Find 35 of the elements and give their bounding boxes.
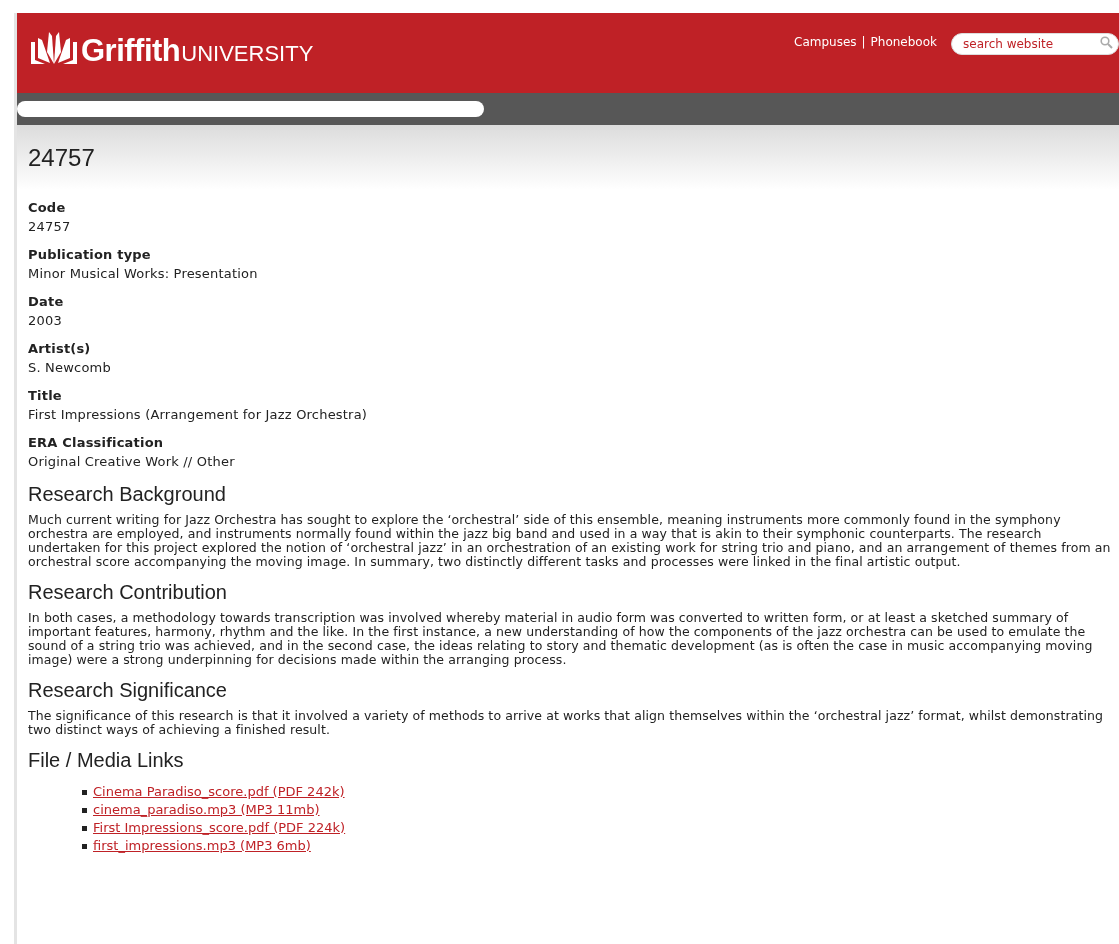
section-paragraph: Much current writing for Jazz Orchestra has sought to explore the ‘orchestral’ side of this ensemble, meaning instruments more commonly found in the symphony orchestra are employed, and instruments normally found within the jazz big band and used in a way that is akin to their symphonic counterparts. The research undertaken for this project explored the notion of ‘orchestral jazz’ in an orchestration of an existing work for string trio and piano, and an arrangement of themes from an orchestral score accompanying the moving image. In summary, two distinctly different tasks and processes were linked in the final artistic output. (28, 513, 1112, 569)
logo-icon (31, 30, 77, 66)
link-separator: | (861, 34, 866, 51)
section-heading: Research Contribution (28, 580, 228, 605)
field-value: 2003 (28, 312, 63, 330)
field-label: Title (28, 387, 63, 405)
section-paragraph: The significance of this research is that it involved a variety of methods to arrive at works that align themselves within the ‘orchestral jazz’ format, whilst demonstrating two distinct ways of achieving a finished result. (28, 709, 1105, 737)
bullet-icon (82, 807, 87, 813)
section-heading: Research Background (28, 482, 227, 507)
campuses-link[interactable]: Campuses (794, 33, 857, 51)
file-link[interactable]: Cinema Paradiso_score.pdf (PDF 242k) (93, 783, 345, 801)
section-heading: File / Media Links (28, 748, 185, 773)
search-icon[interactable] (1100, 36, 1113, 49)
file-link[interactable]: first_impressions.mp3 (MP3 6mb) (93, 837, 311, 855)
file-link[interactable]: First Impressions_score.pdf (PDF 224k) (93, 819, 346, 837)
section-paragraph: In both cases, a methodology towards transcription was involved whereby material in audio form was converted to written form, or at least a sketched summary of important features, harmony, rhythm and the like. In the first instance, a new understanding of how the components of the jazz orchestra can be used to emulate the sound of a string trio was achieved, and in the second case, the ideas relating to story and thematic development (as is often the case in music accompanying moving image) were a strong underpinning for decisions made within the arranging process. (28, 611, 1094, 667)
bullet-icon (82, 825, 87, 831)
file-link[interactable]: cinema_paradiso.mp3 (MP3 11mb) (93, 801, 320, 819)
section-heading: Research Significance (28, 678, 228, 703)
field-label: Publication type (28, 246, 152, 264)
logo-wordmark: GriffithUNIVERSITY (81, 35, 314, 66)
bullet-icon (82, 789, 87, 795)
page-title: 24757 (28, 143, 96, 173)
field-value: Original Creative Work // Other (28, 453, 236, 471)
field-label: Code (28, 199, 67, 217)
phonebook-link[interactable]: Phonebook (870, 33, 937, 51)
field-value: First Impressions (Arrangement for Jazz Orchestra) (28, 406, 369, 424)
search-field[interactable]: search website (951, 33, 1119, 55)
field-label: Date (28, 293, 65, 311)
field-label: Artist(s) (28, 340, 92, 358)
field-value: 24757 (28, 218, 72, 236)
field-label: ERA Classification (28, 434, 165, 452)
field-value: S. Newcomb (28, 359, 112, 377)
field-value: Minor Musical Works: Presentation (28, 265, 259, 283)
bullet-icon (82, 843, 87, 849)
